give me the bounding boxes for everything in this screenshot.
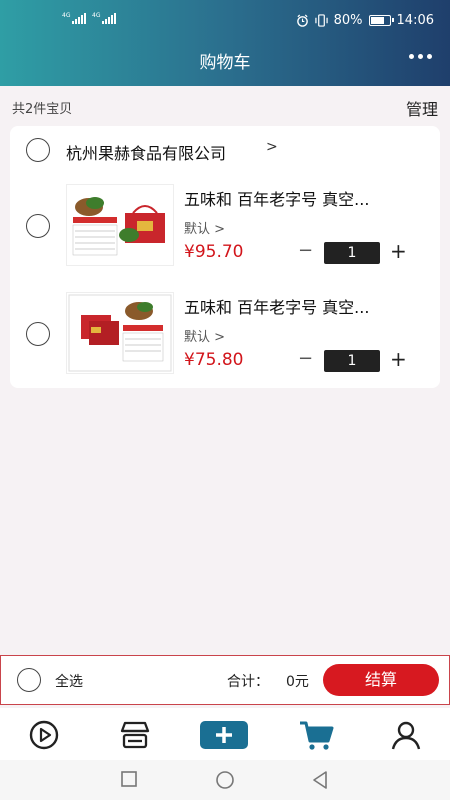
product-name[interactable]: 五味和 百年老字号 真空...	[184, 294, 369, 318]
store-icon[interactable]	[115, 718, 155, 752]
status-bar: 4G 4G 80% 14:06	[0, 0, 450, 40]
bottom-tab-bar	[0, 708, 450, 760]
add-icon[interactable]	[198, 718, 250, 752]
vibrate-icon	[314, 14, 328, 27]
product-price: ¥75.80	[184, 350, 244, 370]
item-select-radio[interactable]	[26, 214, 50, 238]
qty-minus-button[interactable]: −	[298, 240, 313, 261]
network-type: 4G	[92, 12, 101, 19]
status-right: 80% 14:06	[296, 13, 434, 28]
signal-icon: 4G	[92, 12, 117, 24]
cart-summary: 共2件宝贝	[12, 102, 73, 117]
alarm-icon	[296, 14, 308, 27]
item-select-radio[interactable]	[26, 322, 50, 346]
header: 4G 4G 80% 14:06 购物车	[0, 0, 450, 86]
recent-apps-icon[interactable]	[120, 770, 138, 792]
qty-minus-button[interactable]: −	[298, 348, 313, 369]
clock: 14:06	[396, 13, 434, 28]
product-name[interactable]: 五味和 百年老字号 真空...	[184, 186, 369, 210]
more-dots-icon[interactable]	[409, 54, 432, 59]
qty-plus-button[interactable]: +	[390, 239, 407, 263]
home-icon[interactable]	[215, 770, 235, 794]
total-value: 0元	[286, 674, 309, 690]
checkout-button[interactable]: 结算	[323, 664, 439, 696]
qty-input[interactable]: 1	[324, 350, 380, 372]
system-nav-bar	[0, 760, 450, 800]
back-icon[interactable]	[310, 770, 330, 794]
product-price: ¥95.70	[184, 242, 244, 262]
shop-name[interactable]: 杭州果赫食品有限公司	[66, 140, 226, 164]
battery-percent: 80%	[333, 13, 363, 28]
qty-input[interactable]: 1	[324, 242, 380, 264]
select-all-label[interactable]: 全选	[55, 671, 83, 691]
shop-arrow-icon[interactable]: >	[266, 139, 278, 155]
signal-icon: 4G	[62, 12, 87, 24]
battery-icon	[368, 15, 394, 26]
page-title: 购物车	[199, 53, 251, 73]
manage-button[interactable]: 管理	[406, 96, 438, 120]
checkout-bar: 全选 合计： 0元 结算	[0, 655, 450, 705]
network-type: 4G	[62, 12, 71, 19]
qty-plus-button[interactable]: +	[390, 347, 407, 371]
product-spec[interactable]: 默认 >	[184, 326, 225, 345]
cart-icon[interactable]	[296, 718, 336, 752]
product-spec[interactable]: 默认 >	[184, 218, 225, 237]
total-label: 合计：	[227, 674, 269, 690]
product-image[interactable]	[66, 184, 174, 266]
user-icon[interactable]	[386, 718, 426, 752]
select-all-radio[interactable]	[17, 668, 41, 692]
play-icon[interactable]	[24, 718, 64, 752]
shop-select-radio[interactable]	[26, 138, 50, 162]
shop-card: 杭州果赫食品有限公司 > 五味和 百年老字号 真空... 默认 > ¥95.70…	[10, 126, 440, 388]
product-image[interactable]	[66, 292, 174, 374]
